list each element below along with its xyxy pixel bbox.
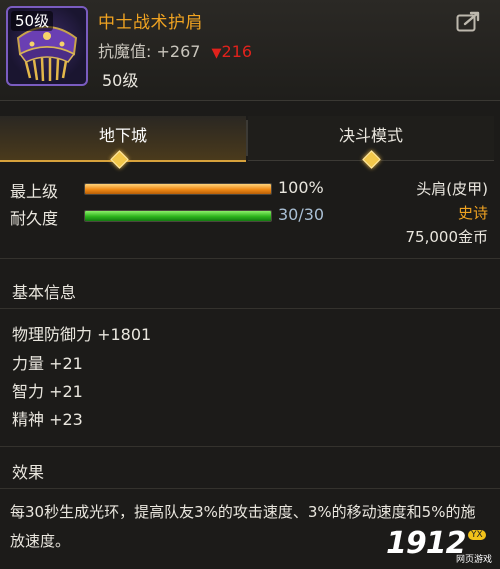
upgrade-value: 100%	[278, 178, 324, 197]
magic-resist-row: 抗魔值: +267 ▼216	[98, 38, 252, 62]
equipment-slot: 头肩(皮甲)	[416, 180, 488, 198]
upgrade-label: 最上级	[10, 182, 59, 201]
upgrade-bar-fill	[85, 184, 271, 194]
durability-bar-fill	[85, 211, 271, 221]
item-level-badge: 50级	[11, 11, 54, 31]
basic-info-title: 基本信息	[12, 283, 77, 302]
rarity-label: 史诗	[457, 204, 488, 222]
item-level-text: 50级	[102, 71, 139, 90]
divider	[0, 258, 500, 259]
down-arrow-icon: ▼	[211, 46, 222, 61]
watermark-badge: YX	[468, 530, 486, 540]
mode-tabs: 地下城 决斗模式	[0, 116, 500, 169]
durability-value: 30/30	[278, 205, 325, 224]
item-icon-frame[interactable]: 50级	[6, 6, 88, 86]
stat-strength: 力量 +21	[12, 354, 83, 373]
stat-physical-defense: 物理防御力 +1801	[12, 325, 152, 344]
divider	[0, 308, 500, 309]
durability-label: 耐久度	[10, 209, 59, 228]
magic-resist-label: 抗魔值:	[98, 42, 152, 61]
watermark-subtitle: 网页游戏	[456, 555, 493, 565]
item-name: 中士战术护肩	[98, 13, 203, 33]
watermark-number: 1912	[386, 526, 466, 561]
durability-bar	[84, 210, 272, 222]
site-watermark: 1912 YX 网页游戏	[386, 526, 498, 568]
item-header: 50级 中士战术护肩 抗魔值: +267 ▼216 50级	[0, 0, 500, 101]
stat-spirit: 精神 +23	[12, 410, 83, 429]
share-icon[interactable]	[456, 10, 482, 32]
effect-title: 效果	[12, 463, 45, 482]
divider	[0, 488, 500, 489]
magic-resist-delta: 216	[221, 42, 253, 61]
upgrade-bar	[84, 183, 272, 195]
stat-intelligence: 智力 +21	[12, 382, 83, 401]
divider	[0, 446, 500, 447]
magic-resist-value: +267	[156, 42, 201, 61]
price-label: 75,000金币	[405, 228, 489, 246]
